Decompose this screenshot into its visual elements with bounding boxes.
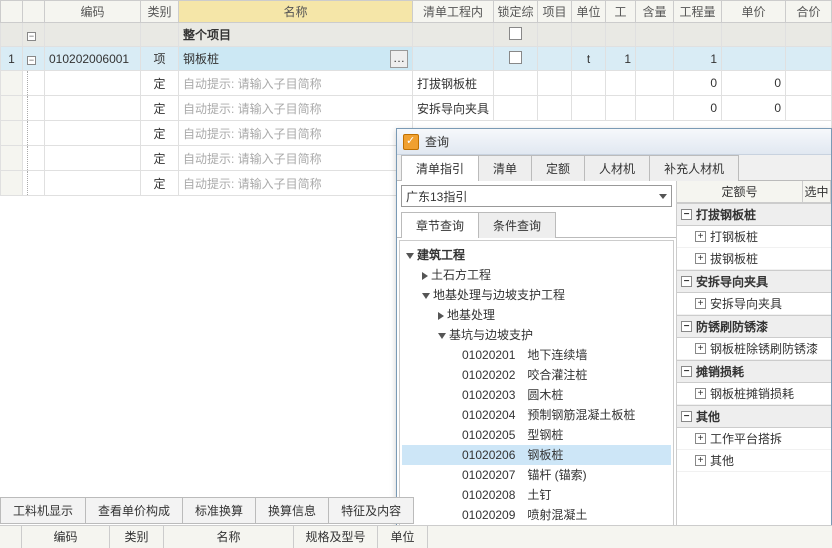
popup-titlebar[interactable]: 查询 [397,129,831,155]
plus-icon[interactable]: + [695,253,706,264]
col-gong[interactable]: 工 [606,1,636,23]
col-price[interactable]: 单价 [722,1,786,23]
col-proj[interactable]: 项目 [538,1,572,23]
tree-leaf[interactable]: 01020202 咬合灌注桩 [402,365,671,385]
minus-icon[interactable]: − [681,366,692,377]
tree-leaf[interactable]: 01020203 圆木桩 [402,385,671,405]
btab-convinfo[interactable]: 换算信息 [255,497,329,524]
guide-dropdown[interactable]: 广东13指引 [401,185,672,207]
tree-leaf[interactable]: 01020206 钢板桩 [402,445,671,465]
col-lock[interactable]: 锁定综 [494,1,538,23]
bottom-tabs: 工料机显示 查看单价构成 标准换算 换算信息 特征及内容 [0,497,413,524]
lookup-popup: 查询 清单指引 清单 定额 人材机 补充人材机 广东13指引 章节查询 条件查询… [396,128,832,548]
col-code[interactable]: 编码 [45,1,141,23]
whole-project-label: 整个项目 [183,28,231,42]
quota-group[interactable]: −安拆导向夹具 [677,270,831,293]
quota-item[interactable]: +拔钢板桩 [677,248,831,270]
btab-convert[interactable]: 标准换算 [182,497,256,524]
plus-icon[interactable]: + [695,433,706,444]
quota-item[interactable]: +钢板桩摊销损耗 [677,383,831,405]
btab-feature[interactable]: 特征及内容 [328,497,414,524]
quota-group[interactable]: −防锈刷防锈漆 [677,315,831,338]
lookup-button[interactable]: … [390,50,408,68]
tree-leaf[interactable]: 01020204 预制钢筋混凝土板桩 [402,405,671,425]
col-quota-no[interactable]: 定额号 [677,181,803,202]
minus-icon[interactable]: − [681,321,692,332]
quota-item[interactable]: +工作平台搭拆 [677,428,831,450]
col-total[interactable]: 合价 [786,1,832,23]
quota-item[interactable]: +钢板桩除锈刷防锈漆 [677,338,831,360]
sub-row[interactable]: 定 自动提示: 请输入子目简称 打拔钢板桩 0 0 [1,71,832,96]
plus-icon[interactable]: + [695,455,706,466]
chapter-tree[interactable]: 建筑工程 土石方工程 地基处理与边坡支护工程 地基处理 基坑与边坡支护 0102… [399,240,674,545]
chevron-down-icon [659,194,667,199]
minus-icon[interactable]: − [681,276,692,287]
hint-text[interactable]: 自动提示: 请输入子目简称 [183,77,322,91]
plus-icon[interactable]: + [695,388,706,399]
col-liang[interactable]: 工程量 [674,1,722,23]
col-select[interactable]: 选中 [803,181,831,202]
tree-leaf[interactable]: 01020205 型钢桩 [402,425,671,445]
col-cat[interactable]: 类别 [141,1,179,23]
quota-item[interactable]: +安拆导向夹具 [677,293,831,315]
tab-list[interactable]: 清单 [478,155,532,181]
tree-leaf[interactable]: 01020208 土钉 [402,485,671,505]
plus-icon[interactable]: + [695,343,706,354]
tree-leaf[interactable]: 01020201 地下连续墙 [402,345,671,365]
checkbox[interactable] [509,51,522,64]
col-qdnr[interactable]: 清单工程内 [413,1,494,23]
quota-group[interactable]: −其他 [677,405,831,428]
btab-material[interactable]: 工料机显示 [0,497,86,524]
collapse-icon[interactable]: − [27,32,36,41]
minus-icon[interactable]: − [681,411,692,422]
col-name[interactable]: 名称 [179,1,413,23]
minus-icon[interactable]: − [681,209,692,220]
tab-rcj[interactable]: 人材机 [584,155,650,181]
bottom-grid-header: 编码 类别 名称 规格及型号 单位 [0,525,832,548]
quota-group[interactable]: −摊销损耗 [677,360,831,383]
subtab-chapter[interactable]: 章节查询 [401,212,479,238]
project-root-row[interactable]: − 整个项目 [1,23,832,47]
quota-item[interactable]: +其他 [677,450,831,472]
cat-cell: 项 [141,47,179,71]
tree-leaf[interactable]: 01020207 锚杆 (锚索) [402,465,671,485]
hint-text[interactable]: 自动提示: 请输入子目简称 [183,102,322,116]
name-cell[interactable]: 钢板桩 [183,52,219,66]
col-han[interactable]: 含量 [636,1,674,23]
query-icon [403,134,419,150]
quota-list[interactable]: −打拔钢板桩+打钢板桩+拔钢板桩−安拆导向夹具+安拆导向夹具−防锈刷防锈漆+钢板… [677,203,831,547]
quota-group[interactable]: −打拔钢板桩 [677,203,831,226]
plus-icon[interactable]: + [695,231,706,242]
popup-title-text: 查询 [425,133,449,150]
tree-leaf[interactable]: 01020209 喷射混凝土 [402,505,671,525]
tab-guide[interactable]: 清单指引 [401,155,479,181]
quota-item[interactable]: +打钢板桩 [677,226,831,248]
subtab-condition[interactable]: 条件查询 [478,212,556,238]
btab-price[interactable]: 查看单价构成 [85,497,183,524]
checkbox[interactable] [509,27,522,40]
tab-extra[interactable]: 补充人材机 [649,155,739,181]
sub-row[interactable]: 定 自动提示: 请输入子目简称 安拆导向夹具 0 0 [1,96,832,121]
popup-tabs: 清单指引 清单 定额 人材机 补充人材机 [397,155,831,181]
code-cell[interactable]: 010202006001 [45,47,141,71]
row-item-1[interactable]: 1 − 010202006001 项 钢板桩… t 1 1 [1,47,832,71]
collapse-icon[interactable]: − [27,56,36,65]
plus-icon[interactable]: + [695,298,706,309]
col-unit[interactable]: 单位 [572,1,606,23]
grid-header-row: 编码 类别 名称 清单工程内 锁定综 项目 单位 工 含量 工程量 单价 合价 [1,1,832,23]
tab-quota[interactable]: 定额 [531,155,585,181]
right-header: 定额号 选中 [677,181,831,203]
